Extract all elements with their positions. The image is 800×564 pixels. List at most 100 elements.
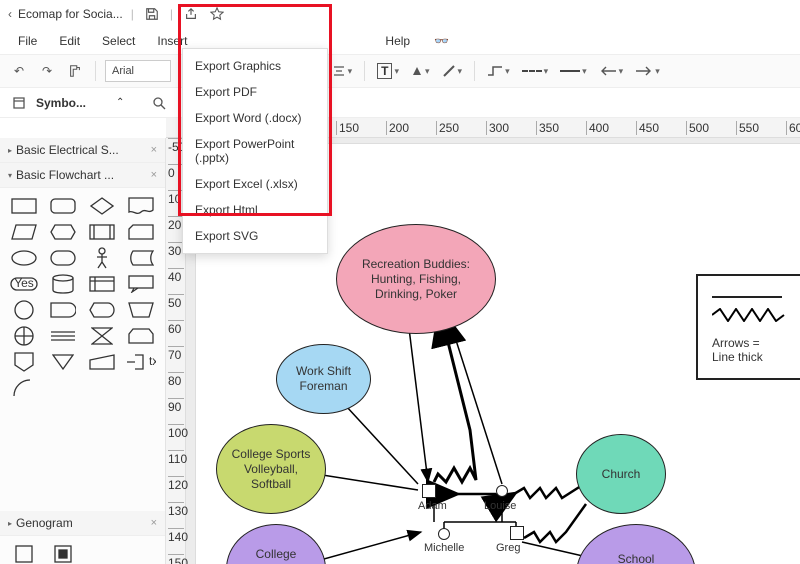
shape-rounded-rect[interactable] [47, 196, 80, 216]
line-color-button[interactable]: ▾ [439, 60, 466, 82]
shape-annotation[interactable]: txt [124, 352, 157, 372]
menu-export-pdf[interactable]: Export PDF [183, 79, 327, 105]
redo-button[interactable]: ↷ [36, 60, 58, 82]
shape-circle[interactable] [8, 300, 41, 320]
svg-text:Yes: Yes [15, 277, 35, 290]
label-greg: Greg [496, 542, 520, 554]
separator: | [170, 7, 173, 21]
menu-edit[interactable]: Edit [49, 31, 90, 51]
panel-header-electrical[interactable]: ▸ Basic Electrical S... × [0, 138, 165, 163]
format-painter-button[interactable] [64, 60, 86, 82]
node-school[interactable]: School Good Student but very tense, [576, 524, 696, 564]
legend-box: Arrows = Line thick [696, 274, 800, 380]
shape-arc[interactable] [8, 378, 41, 398]
export-icon[interactable] [181, 4, 201, 24]
legend-solid-line [712, 296, 782, 298]
shape-internal-storage[interactable] [86, 274, 119, 294]
flowchart-shapes: Yes txt [0, 188, 165, 406]
shape-stored-data[interactable] [124, 248, 157, 268]
shape-square[interactable] [8, 544, 41, 564]
label-adam: Adam [418, 500, 447, 512]
binoculars-icon[interactable]: 👓 [434, 34, 449, 48]
title-bar: ‹ Ecomap for Socia... | | [0, 0, 800, 28]
menu-export-graphics[interactable]: Export Graphics [183, 53, 327, 79]
shape-delay[interactable] [47, 300, 80, 320]
shape-manual-op[interactable] [124, 300, 157, 320]
menu-file[interactable]: File [8, 31, 47, 51]
shape-rectangle[interactable] [8, 196, 41, 216]
panel-title: Basic Flowchart ... [16, 168, 114, 182]
shape-hexagon[interactable] [47, 222, 80, 242]
node-louise[interactable] [496, 485, 508, 497]
menu-export-powerpoint[interactable]: Export PowerPoint (.pptx) [183, 131, 327, 171]
menu-select[interactable]: Select [92, 31, 145, 51]
shape-predefined[interactable] [86, 222, 119, 242]
menu-bar: File Edit Select Insert Help 👓 [0, 28, 800, 54]
panel-header-genogram[interactable]: ▸ Genogram × [0, 511, 165, 536]
label-louise: Louise [484, 500, 516, 512]
menu-export-excel[interactable]: Export Excel (.xlsx) [183, 171, 327, 197]
shape-database[interactable] [47, 274, 80, 294]
search-symbols-button[interactable] [148, 92, 170, 114]
caret-right-icon: ▸ [8, 146, 12, 155]
node-michelle[interactable] [438, 528, 450, 540]
line-weight-button[interactable]: ▾ [557, 60, 590, 82]
arrow-end-button[interactable]: ▾ [632, 60, 663, 82]
separator [180, 61, 181, 81]
label-michelle: Michelle [424, 542, 464, 554]
chevron-left-icon[interactable]: ‹ [8, 7, 12, 21]
shape-merge[interactable] [47, 352, 80, 372]
menu-help[interactable]: Help [375, 31, 420, 51]
arrow-start-button[interactable]: ▾ [596, 60, 627, 82]
panel-header-flowchart[interactable]: ▾ Basic Flowchart ... × [0, 163, 165, 188]
undo-button[interactable]: ↶ [8, 60, 30, 82]
main-area: ▸ Basic Electrical S... × ▾ Basic Flowch… [0, 138, 800, 564]
star-icon[interactable] [207, 4, 227, 24]
chevron-up-icon[interactable]: ⌃ [116, 97, 124, 108]
align-center-button[interactable]: ▾ [329, 60, 356, 82]
separator: | [131, 7, 134, 21]
shape-card[interactable] [124, 222, 157, 242]
menu-export-html[interactable]: Export Html [183, 197, 327, 223]
close-panel-icon[interactable]: × [151, 144, 157, 156]
close-panel-icon[interactable]: × [151, 517, 157, 529]
node-recreation[interactable]: Recreation Buddies: Hunting, Fishing, Dr… [336, 224, 496, 334]
shape-ellipse[interactable] [8, 248, 41, 268]
shape-callout[interactable] [124, 274, 157, 294]
node-scholarship[interactable]: College Sports Scholarship [226, 524, 326, 564]
genogram-shapes [0, 536, 165, 564]
text-tool-button[interactable]: T▾ [374, 60, 402, 82]
line-style-button[interactable]: ▾ [519, 60, 552, 82]
shape-document[interactable] [124, 196, 157, 216]
shape-loop-limit[interactable] [124, 326, 157, 346]
shape-terminator[interactable] [47, 248, 80, 268]
node-college-sports[interactable]: College Sports Volleyball, Softball [216, 424, 326, 514]
shape-offpage[interactable] [8, 352, 41, 372]
shape-collate[interactable] [86, 326, 119, 346]
separator [95, 61, 96, 81]
node-church[interactable]: Church [576, 434, 666, 514]
menu-export-word[interactable]: Export Word (.docx) [183, 105, 327, 131]
shape-display[interactable] [86, 300, 119, 320]
shape-parallelogram[interactable] [8, 222, 41, 242]
save-icon[interactable] [142, 4, 162, 24]
node-adam[interactable] [422, 484, 436, 498]
fill-color-button[interactable]: ▾ [408, 60, 433, 82]
shape-diamond[interactable] [86, 196, 119, 216]
panel-title: Genogram [16, 516, 73, 530]
shape-actor[interactable] [86, 248, 119, 268]
node-workshift[interactable]: Work Shift Foreman [276, 344, 371, 414]
font-family-select[interactable]: Arial [105, 60, 171, 82]
node-greg[interactable] [510, 526, 524, 540]
menu-export-svg[interactable]: Export SVG [183, 223, 327, 249]
shape-yes-pill[interactable]: Yes [8, 274, 41, 294]
close-panel-icon[interactable]: × [151, 169, 157, 181]
shape-or[interactable] [8, 326, 41, 346]
connector-button[interactable]: ▾ [484, 60, 513, 82]
library-icon[interactable] [8, 92, 30, 114]
symbols-bar: Symbo... ⌃ « [0, 88, 800, 118]
shape-manual-input[interactable] [86, 352, 119, 372]
shape-triple-line[interactable] [47, 326, 80, 346]
shape-square-fill[interactable] [47, 544, 80, 564]
symbols-label: Symbo... [36, 96, 110, 110]
